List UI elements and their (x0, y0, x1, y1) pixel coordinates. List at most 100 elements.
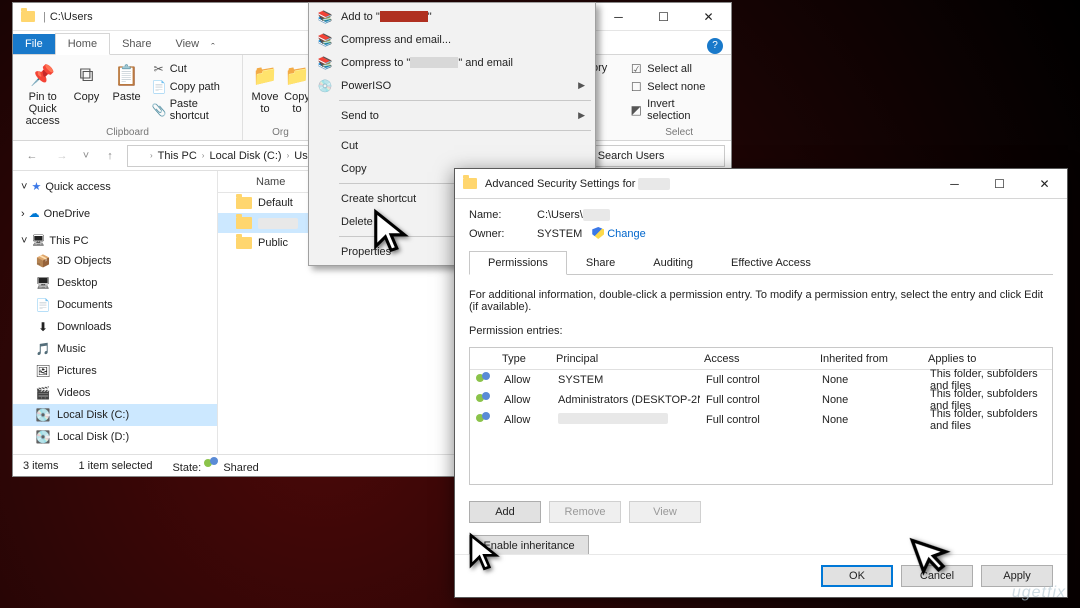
this-pc-header[interactable]: ˅🖥This PC (13, 231, 217, 250)
col-inherited[interactable]: Inherited from (814, 353, 922, 365)
tab-permissions[interactable]: Permissions (469, 251, 567, 275)
owner-label: Owner: (469, 228, 527, 240)
select-all-button[interactable]: ☑Select all (626, 61, 723, 77)
col-access[interactable]: Access (698, 353, 814, 365)
folder-icon (236, 217, 252, 229)
copy-path-button[interactable]: 📄Copy path (149, 79, 234, 95)
tab-view[interactable]: View (163, 34, 211, 54)
permission-row[interactable]: AllowSYSTEMFull controlNoneThis folder, … (470, 370, 1052, 390)
navigation-pane[interactable]: ˅★Quick access ›☁OneDrive ˅🖥This PC 📦3D … (13, 171, 218, 454)
winrar-icon: 📚 (317, 55, 333, 71)
paste-shortcut-button[interactable]: 📎Paste shortcut (149, 97, 234, 123)
owner-value: SYSTEM (537, 228, 582, 240)
cut-button[interactable]: ✂Cut (149, 61, 234, 77)
ok-button[interactable]: OK (821, 565, 893, 587)
cloud-icon: ☁ (29, 207, 40, 220)
name-label: Name: (469, 209, 527, 221)
ribbon-collapse-icon[interactable]: ˆ (211, 42, 215, 54)
nav-pictures[interactable]: 🖼Pictures (13, 360, 217, 382)
name-value: C:\Users\ (537, 209, 610, 221)
permissions-info-text: For additional information, double-click… (469, 281, 1053, 315)
folder-icon (236, 237, 252, 249)
onedrive-item[interactable]: ›☁OneDrive (13, 204, 217, 223)
select-none-button[interactable]: ☐Select none (626, 79, 723, 95)
minimize-button[interactable]: ─ (596, 3, 641, 31)
advanced-security-dialog: Advanced Security Settings for ─ ☐ ✕ Nam… (454, 168, 1068, 598)
tab-auditing[interactable]: Auditing (634, 251, 712, 275)
poweriso-icon: 💿 (317, 78, 333, 94)
clipboard-group-label: Clipboard (21, 127, 234, 140)
shared-icon (204, 457, 220, 471)
tab-file[interactable]: File (13, 34, 55, 54)
dialog-maximize-button[interactable]: ☐ (977, 170, 1022, 198)
copy-button[interactable]: ⧉Copy (68, 57, 104, 127)
apply-button[interactable]: Apply (981, 565, 1053, 587)
folder-icon (19, 8, 37, 26)
dialog-close-button[interactable]: ✕ (1022, 170, 1067, 198)
col-applies[interactable]: Applies to (922, 353, 1052, 365)
nav-desktop[interactable]: 🖥Desktop (13, 272, 217, 294)
menu-send-to[interactable]: Send to▶ (311, 104, 593, 127)
maximize-button[interactable]: ☐ (641, 3, 686, 31)
quick-access-header[interactable]: ˅★Quick access (13, 177, 217, 196)
col-principal[interactable]: Principal (550, 353, 698, 365)
principal-icon (476, 392, 492, 406)
col-type[interactable]: Type (496, 353, 550, 365)
permission-row[interactable]: AllowAdministrators (DESKTOP-2N...Full c… (470, 390, 1052, 410)
up-button[interactable]: ↑ (97, 143, 123, 169)
security-tabs: Permissions Share Auditing Effective Acc… (469, 250, 1053, 275)
paste-button[interactable]: 📋Paste (109, 57, 145, 127)
copy-to-button[interactable]: 📁Copyto (283, 57, 311, 127)
window-title: C:\Users (46, 11, 97, 23)
view-button[interactable]: View (629, 501, 701, 523)
winrar-icon: 📚 (317, 32, 333, 48)
permission-entries-label: Permission entries: (469, 321, 1053, 341)
menu-add-to[interactable]: 📚Add to "" (311, 5, 593, 28)
forward-button[interactable]: → (49, 143, 75, 169)
nav-local-disk-c[interactable]: 💽Local Disk (C:) (13, 404, 217, 426)
help-icon[interactable]: ? (707, 38, 723, 54)
dialog-minimize-button[interactable]: ─ (932, 170, 977, 198)
permission-entries-table[interactable]: Type Principal Access Inherited from App… (469, 347, 1053, 485)
back-button[interactable]: ← (19, 143, 45, 169)
nav-documents[interactable]: 📄Documents (13, 294, 217, 316)
change-owner-link[interactable]: Change (592, 227, 646, 240)
principal-icon (476, 412, 492, 426)
permission-row[interactable]: AllowFull controlNoneThis folder, subfol… (470, 410, 1052, 430)
status-state: State: Shared (172, 457, 258, 474)
nav-local-disk-d[interactable]: 💽Local Disk (D:) (13, 426, 217, 448)
pin-to-quick-access-button[interactable]: 📌Pin to Quickaccess (21, 57, 64, 127)
cancel-button[interactable]: Cancel (901, 565, 973, 587)
tab-share[interactable]: Share (110, 34, 163, 54)
invert-selection-button[interactable]: ◩Invert selection (626, 97, 723, 123)
recent-locations-button[interactable]: ˅ (79, 143, 93, 169)
status-selected: 1 item selected (78, 460, 152, 472)
nav-downloads[interactable]: ⬇Downloads (13, 316, 217, 338)
folder-icon (236, 197, 252, 209)
menu-cut[interactable]: Cut (311, 134, 593, 157)
remove-button[interactable]: Remove (549, 501, 621, 523)
shield-icon (592, 227, 604, 239)
nav-music[interactable]: 🎵Music (13, 338, 217, 360)
principal-icon (476, 372, 492, 386)
close-button[interactable]: ✕ (686, 3, 731, 31)
nav-3d-objects[interactable]: 📦3D Objects (13, 250, 217, 272)
menu-compress-email[interactable]: 📚Compress and email... (311, 28, 593, 51)
tab-home[interactable]: Home (55, 33, 110, 55)
tab-share[interactable]: Share (567, 251, 634, 275)
nav-videos[interactable]: 🎬Videos (13, 382, 217, 404)
menu-poweriso[interactable]: 💿PowerISO▶ (311, 74, 593, 97)
select-group-label: Select (589, 127, 723, 140)
status-item-count: 3 items (23, 460, 58, 472)
dialog-title: Advanced Security Settings for (485, 178, 670, 190)
winrar-icon: 📚 (317, 9, 333, 25)
pc-icon: 🖥 (31, 234, 45, 247)
move-to-button[interactable]: 📁Moveto (251, 57, 279, 127)
menu-compress-to-email[interactable]: 📚Compress to "" and email (311, 51, 593, 74)
add-button[interactable]: Add (469, 501, 541, 523)
tab-effective-access[interactable]: Effective Access (712, 251, 830, 275)
enable-inheritance-button[interactable]: Enable inheritance (469, 535, 589, 554)
organize-group-label: Org (251, 127, 310, 140)
star-icon: ★ (31, 180, 41, 193)
search-input[interactable]: 🔍Search Users (575, 145, 725, 167)
